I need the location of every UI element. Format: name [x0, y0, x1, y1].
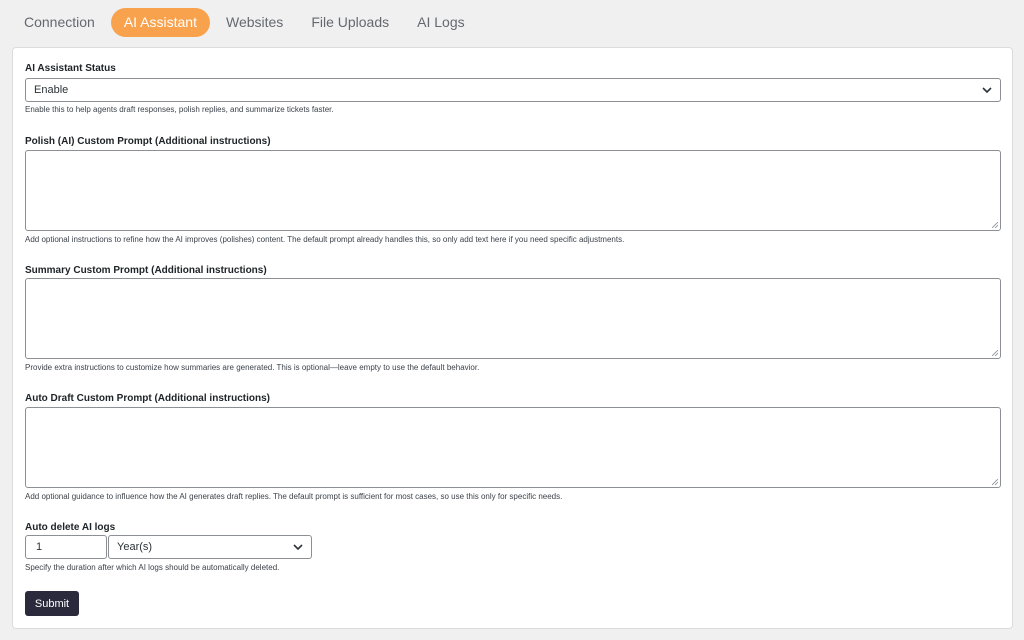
submit-button[interactable]: Submit	[25, 591, 79, 616]
status-label: AI Assistant Status	[25, 63, 116, 74]
chevron-down-icon	[982, 87, 992, 93]
auto-delete-number-value: 1	[36, 541, 43, 553]
tab-ai-logs[interactable]: AI Logs	[403, 8, 478, 37]
resize-handle-icon[interactable]	[992, 350, 998, 356]
auto-delete-help: Specify the duration after which AI logs…	[25, 563, 280, 572]
summary-help: Provide extra instructions to customize …	[25, 363, 480, 372]
polish-label: Polish (AI) Custom Prompt (Additional in…	[25, 136, 271, 147]
tab-file-uploads[interactable]: File Uploads	[297, 8, 403, 37]
resize-handle-icon[interactable]	[992, 479, 998, 485]
auto-draft-label: Auto Draft Custom Prompt (Additional ins…	[25, 393, 270, 404]
status-select-value: Enable	[34, 84, 69, 96]
chevron-down-icon	[293, 544, 303, 550]
status-help: Enable this to help agents draft respons…	[25, 105, 334, 114]
settings-card: AI Assistant Status Enable Enable this t…	[12, 47, 1013, 629]
auto-delete-unit-select[interactable]: Year(s)	[108, 535, 312, 559]
auto-delete-label: Auto delete AI logs	[25, 522, 116, 533]
auto-draft-help: Add optional guidance to influence how t…	[25, 492, 563, 501]
summary-prompt-textarea[interactable]	[25, 278, 1001, 359]
tab-connection[interactable]: Connection	[10, 8, 109, 37]
polish-help: Add optional instructions to refine how …	[25, 235, 625, 244]
summary-label: Summary Custom Prompt (Additional instru…	[25, 265, 267, 276]
settings-tabs: Connection AI Assistant Websites File Up…	[10, 7, 479, 37]
auto-draft-prompt-textarea[interactable]	[25, 407, 1001, 488]
polish-prompt-textarea[interactable]	[25, 150, 1001, 231]
tab-websites[interactable]: Websites	[212, 8, 297, 37]
status-select[interactable]: Enable	[25, 78, 1001, 102]
auto-delete-unit-value: Year(s)	[117, 541, 153, 553]
tab-ai-assistant[interactable]: AI Assistant	[110, 7, 210, 37]
resize-handle-icon[interactable]	[992, 222, 998, 228]
auto-delete-number-input[interactable]: 1	[25, 535, 107, 559]
